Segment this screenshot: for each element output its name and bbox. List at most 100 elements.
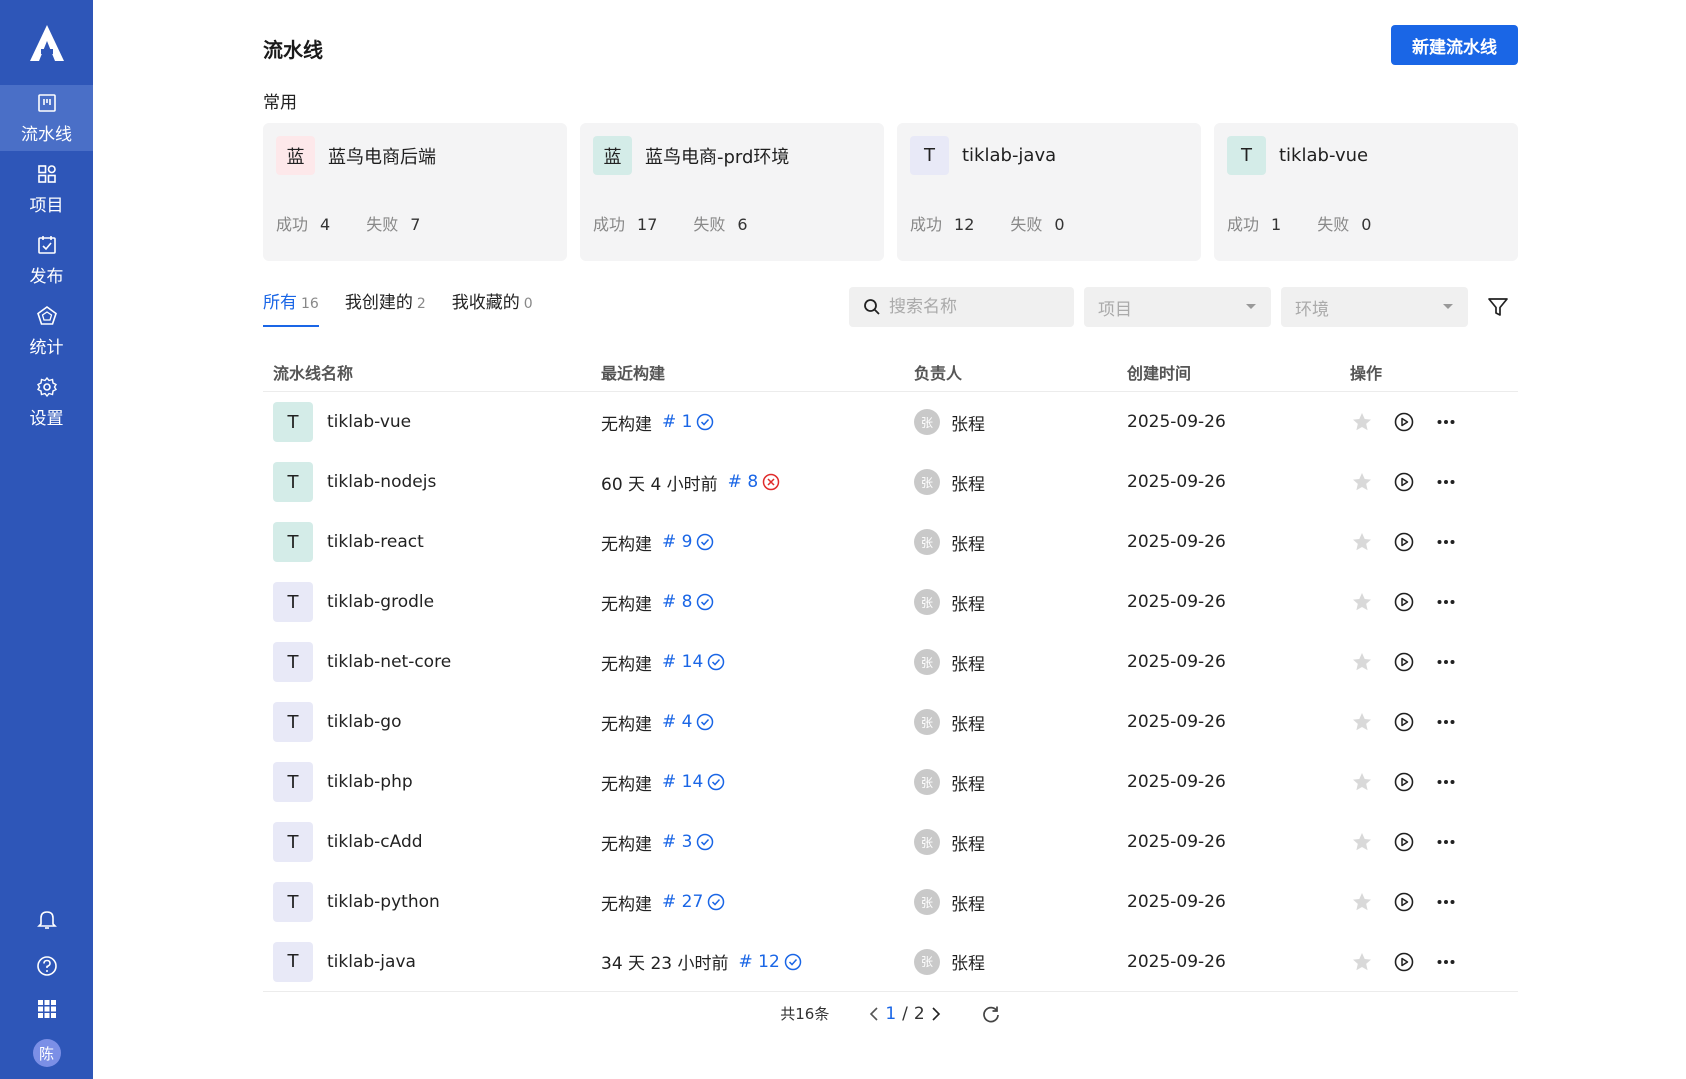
more-actions-button[interactable]	[1434, 410, 1458, 434]
sidebar-item-pipeline[interactable]: 流水线	[0, 85, 93, 151]
pipeline-name-link[interactable]: tiklab-net-core	[327, 652, 451, 672]
pipeline-name-link[interactable]: tiklab-python	[327, 892, 440, 912]
table-row[interactable]: Ttiklab-go 无构建 # 4 张张程 2025-09-26	[263, 692, 1518, 752]
tab-created[interactable]: 我创建的 2	[345, 288, 426, 327]
new-pipeline-button[interactable]: 新建流水线	[1391, 25, 1518, 65]
filter-bar: 项目 环境	[849, 287, 1518, 327]
run-pipeline-button[interactable]	[1392, 410, 1416, 434]
more-dots-icon	[1437, 660, 1455, 664]
favorite-star-button[interactable]	[1350, 530, 1374, 554]
run-pipeline-button[interactable]	[1392, 890, 1416, 914]
pipeline-name-link[interactable]: tiklab-nodejs	[327, 472, 436, 492]
next-page-button[interactable]	[931, 1006, 941, 1022]
apps-button[interactable]	[0, 998, 93, 1020]
pipeline-name-link[interactable]: tiklab-java	[327, 952, 416, 972]
prev-page-button[interactable]	[869, 1006, 879, 1022]
notification-button[interactable]	[0, 908, 93, 930]
more-actions-button[interactable]	[1434, 590, 1458, 614]
more-actions-button[interactable]	[1434, 650, 1458, 674]
filter-button[interactable]	[1478, 287, 1518, 327]
search-input[interactable]	[889, 297, 1059, 317]
favorite-card[interactable]: T tiklab-vue 成功 1 失败 0	[1214, 123, 1518, 261]
table-row[interactable]: Ttiklab-net-core 无构建 # 14 张张程 2025-09-26	[263, 632, 1518, 692]
favorite-star-button[interactable]	[1350, 410, 1374, 434]
build-number-link[interactable]: # 12	[738, 952, 802, 972]
table-row[interactable]: Ttiklab-php 无构建 # 14 张张程 2025-09-26	[263, 752, 1518, 812]
favorite-star-button[interactable]	[1350, 950, 1374, 974]
success-count: 1	[1271, 215, 1282, 234]
favorite-card[interactable]: 蓝 蓝鸟电商-prd环境 成功 17 失败 6	[580, 123, 884, 261]
favorite-card[interactable]: 蓝 蓝鸟电商后端 成功 4 失败 7	[263, 123, 567, 261]
table-row[interactable]: Ttiklab-cAdd 无构建 # 3 张张程 2025-09-26	[263, 812, 1518, 872]
pipeline-name-link[interactable]: tiklab-vue	[327, 412, 411, 432]
created-date: 2025-09-26	[1127, 412, 1226, 432]
more-actions-button[interactable]	[1434, 950, 1458, 974]
favorite-card[interactable]: T tiklab-java 成功 12 失败 0	[897, 123, 1201, 261]
favorite-star-button[interactable]	[1350, 650, 1374, 674]
env-select[interactable]: 环境	[1281, 287, 1468, 327]
table-row[interactable]: Ttiklab-nodejs 60 天 4 小时前 # 8 张张程 2025-09-26	[263, 452, 1518, 512]
pipeline-name-link[interactable]: tiklab-grodle	[327, 592, 434, 612]
run-pipeline-button[interactable]	[1392, 470, 1416, 494]
run-pipeline-button[interactable]	[1392, 650, 1416, 674]
recent-build-cell: 无构建 # 14	[601, 770, 914, 795]
pipeline-name-link[interactable]: tiklab-react	[327, 532, 424, 552]
more-actions-button[interactable]	[1434, 890, 1458, 914]
sidebar-item-release[interactable]: 发布	[0, 227, 93, 293]
build-number-link[interactable]: # 3	[662, 832, 714, 852]
sidebar-item-label: 设置	[29, 408, 64, 429]
sidebar-item-settings[interactable]: 设置	[0, 369, 93, 435]
more-actions-button[interactable]	[1434, 530, 1458, 554]
run-pipeline-button[interactable]	[1392, 830, 1416, 854]
refresh-button[interactable]	[981, 1004, 1001, 1024]
run-pipeline-button[interactable]	[1392, 590, 1416, 614]
pipeline-name-link[interactable]: tiklab-go	[327, 712, 402, 732]
build-number-link[interactable]: # 8	[728, 472, 780, 492]
more-actions-button[interactable]	[1434, 470, 1458, 494]
build-number-link[interactable]: # 14	[662, 772, 725, 792]
help-button[interactable]	[0, 955, 93, 977]
more-dots-icon	[1437, 720, 1455, 724]
favorite-star-button[interactable]	[1350, 590, 1374, 614]
build-number: # 8	[662, 592, 693, 612]
table-row[interactable]: Ttiklab-python 无构建 # 27 张张程 2025-09-26	[263, 872, 1518, 932]
more-actions-button[interactable]	[1434, 710, 1458, 734]
favorite-star-button[interactable]	[1350, 890, 1374, 914]
user-menu[interactable]: 陈	[0, 1039, 93, 1067]
more-actions-button[interactable]	[1434, 770, 1458, 794]
table-row[interactable]: Ttiklab-vue 无构建 # 1 张张程 2025-09-26	[263, 392, 1518, 452]
recent-build-cell: 34 天 23 小时前 # 12	[601, 949, 914, 974]
project-select[interactable]: 项目	[1084, 287, 1271, 327]
build-number-link[interactable]: # 27	[662, 892, 725, 912]
favorite-star-button[interactable]	[1350, 770, 1374, 794]
favorite-star-button[interactable]	[1350, 710, 1374, 734]
table-row[interactable]: Ttiklab-grodle 无构建 # 8 张张程 2025-09-26	[263, 572, 1518, 632]
pipeline-name-cell: Ttiklab-grodle	[263, 582, 601, 622]
app-logo[interactable]	[0, 14, 93, 72]
sidebar-item-project[interactable]: 项目	[0, 156, 93, 222]
favorite-star-button[interactable]	[1350, 470, 1374, 494]
pipeline-name-link[interactable]: tiklab-cAdd	[327, 832, 423, 852]
table-row[interactable]: Ttiklab-react 无构建 # 9 张张程 2025-09-26	[263, 512, 1518, 572]
sidebar-item-label: 项目	[29, 195, 64, 216]
build-number-link[interactable]: # 9	[662, 532, 714, 552]
pipeline-name-link[interactable]: tiklab-php	[327, 772, 413, 792]
build-number-link[interactable]: # 4	[662, 712, 714, 732]
run-pipeline-button[interactable]	[1392, 950, 1416, 974]
build-number-link[interactable]: # 8	[662, 592, 714, 612]
run-pipeline-button[interactable]	[1392, 530, 1416, 554]
caret-down-icon	[1443, 304, 1453, 309]
run-pipeline-button[interactable]	[1392, 770, 1416, 794]
table-row[interactable]: Ttiklab-java 34 天 23 小时前 # 12 张张程 2025-09-26	[263, 932, 1518, 992]
build-number: # 1	[662, 412, 693, 432]
favorite-star-button[interactable]	[1350, 830, 1374, 854]
build-number-link[interactable]: # 1	[662, 412, 714, 432]
tab-favorited[interactable]: 我收藏的 0	[452, 288, 533, 327]
tab-all[interactable]: 所有 16	[263, 288, 319, 327]
run-pipeline-button[interactable]	[1392, 710, 1416, 734]
more-actions-button[interactable]	[1434, 830, 1458, 854]
build-number-link[interactable]: # 14	[662, 652, 725, 672]
owner-cell: 张张程	[914, 409, 1127, 435]
sidebar-item-stats[interactable]: 统计	[0, 298, 93, 364]
play-circle-icon	[1394, 532, 1414, 552]
